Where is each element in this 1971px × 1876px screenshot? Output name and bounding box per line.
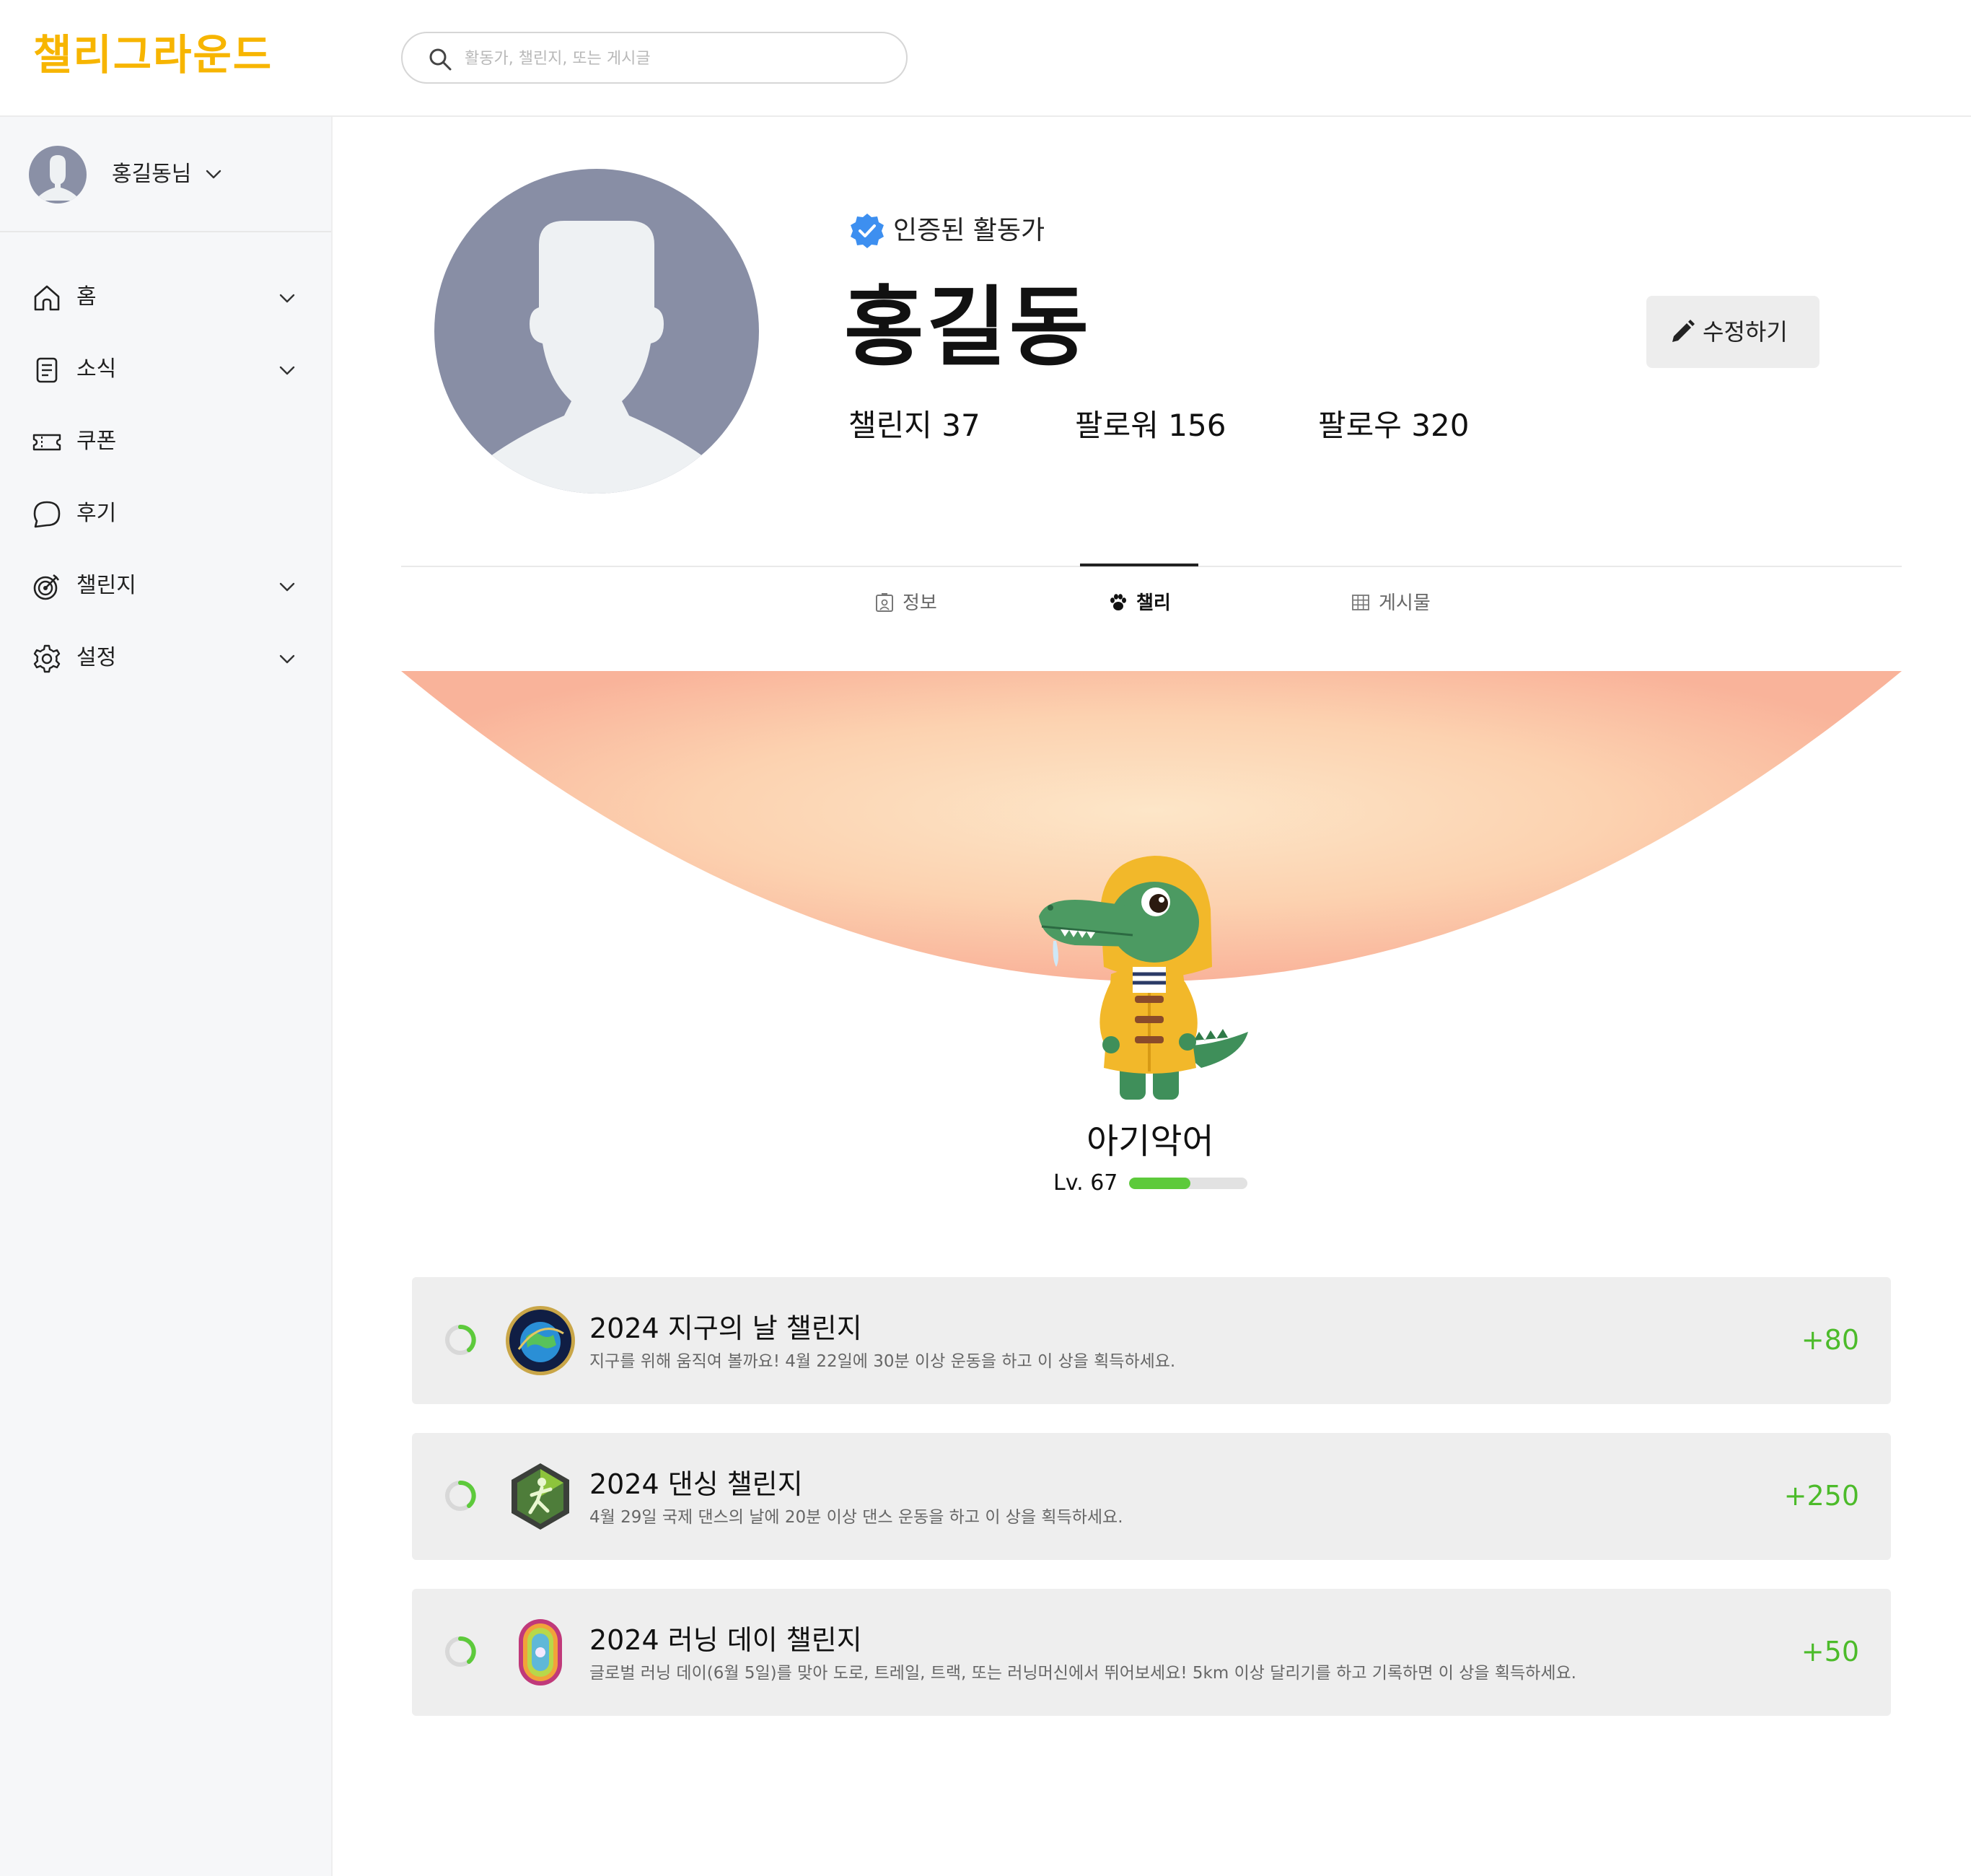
sidebar-item-home[interactable]: 홈 <box>0 261 331 333</box>
sidebar-item-label: 홈 <box>76 284 97 310</box>
running-day-badge-icon <box>519 1619 562 1686</box>
chevron-down-icon[interactable] <box>277 577 297 597</box>
sidebar-item-label: 쿠폰 <box>76 429 117 454</box>
top-header: 챌리그라운드 <box>0 0 1971 117</box>
challenge-description: 글로벌 러닝 데이(6월 5일)를 맞아 도로, 트레일, 트랙, 또는 러닝머… <box>589 1664 1576 1683</box>
dancing-badge-icon <box>512 1463 569 1530</box>
challenge-card-dancing[interactable]: 2024 댄싱 챌린지 4월 29일 국제 댄스의 날에 20분 이상 댄스 운… <box>412 1433 1891 1560</box>
edit-profile-button[interactable]: 수정하기 <box>1646 296 1819 368</box>
sidebar-item-reviews[interactable]: 후기 <box>0 478 331 550</box>
character-level: Lv. 67 <box>1053 1170 1118 1196</box>
challenge-card-running-day[interactable]: 2024 러닝 데이 챌린지 글로벌 러닝 데이(6월 5일)를 맞아 도로, … <box>412 1589 1891 1716</box>
target-icon <box>33 574 60 600</box>
earth-day-badge-icon <box>506 1306 575 1375</box>
pencil-icon <box>1672 320 1695 342</box>
app-logo[interactable]: 챌리그라운드 <box>33 25 273 85</box>
sidebar-item-challenge[interactable]: 챌린지 <box>0 550 331 622</box>
character-name: 아기악어 <box>1087 1121 1214 1162</box>
home-icon <box>34 285 60 311</box>
stat-following[interactable]: 팔로우 320 <box>1318 404 1469 447</box>
avatar <box>29 146 87 203</box>
sidebar-item-settings[interactable]: 설정 <box>0 622 331 694</box>
chevron-down-icon[interactable] <box>277 289 297 309</box>
search-input[interactable] <box>465 42 883 75</box>
sidebar-item-label: 후기 <box>76 501 117 526</box>
sidebar-item-news[interactable]: 소식 <box>0 333 331 406</box>
challenge-title: 2024 러닝 데이 챌린지 <box>589 1624 862 1656</box>
chevron-down-icon[interactable] <box>203 165 224 185</box>
user-name: 홍길동님 <box>112 162 192 187</box>
challenge-card-earth-day[interactable]: 2024 지구의 날 챌린지 지구를 위해 움직여 볼까요! 4월 22일에 3… <box>412 1277 1891 1404</box>
verified-label: 인증된 활동가 <box>893 216 1045 245</box>
sidebar-item-coupon[interactable]: 쿠폰 <box>0 406 331 478</box>
user-menu[interactable]: 홍길동님 <box>0 117 331 232</box>
chat-bubble-icon <box>33 501 61 528</box>
stat-followers[interactable]: 팔로워 156 <box>1075 404 1226 447</box>
progress-ring-icon <box>445 1481 476 1511</box>
progress-ring-icon <box>445 1325 476 1355</box>
sidebar-item-label: 소식 <box>76 356 117 382</box>
tab-label: 게시물 <box>1379 592 1431 614</box>
stat-challenges[interactable]: 챌린지 37 <box>848 404 980 447</box>
gear-icon <box>33 644 61 673</box>
profile-avatar[interactable] <box>434 169 759 494</box>
id-card-icon <box>876 593 893 612</box>
sidebar-item-label: 챌린지 <box>76 573 136 598</box>
search-icon <box>429 48 452 71</box>
verified-check-icon <box>851 214 884 248</box>
crocodile-mascot-icon[interactable] <box>1032 851 1277 1111</box>
chevron-down-icon[interactable] <box>277 649 297 670</box>
chevron-down-icon[interactable] <box>277 361 297 381</box>
challenge-points: +50 <box>1801 1636 1859 1667</box>
sidebar-nav: 홈 소식 쿠폰 후기 챌린지 설정 <box>0 261 331 694</box>
user-silhouette-icon <box>482 221 711 494</box>
sidebar-item-label: 설정 <box>76 645 117 670</box>
profile-name: 홍길동 <box>844 278 1092 378</box>
paw-icon <box>1110 594 1126 610</box>
edit-profile-label: 수정하기 <box>1703 318 1788 346</box>
sidebar: 홍길동님 홈 소식 쿠폰 후기 챌린지 설정 <box>0 117 333 1876</box>
challenge-description: 4월 29일 국제 댄스의 날에 20분 이상 댄스 운동을 하고 이 상을 획… <box>589 1508 1123 1527</box>
challenge-list: 2024 지구의 날 챌린지 지구를 위해 움직여 볼까요! 4월 22일에 3… <box>412 1277 1891 1745</box>
level-progress-bar <box>1129 1178 1247 1189</box>
progress-ring-icon <box>445 1636 476 1667</box>
ticket-icon <box>32 434 61 451</box>
tab-label: 정보 <box>903 592 937 614</box>
challenge-description: 지구를 위해 움직여 볼까요! 4월 22일에 30분 이상 운동을 하고 이 … <box>589 1352 1176 1371</box>
challenge-points: +250 <box>1783 1480 1859 1512</box>
tab-label: 챌리 <box>1136 592 1171 614</box>
level-progress-fill <box>1129 1178 1191 1189</box>
challenge-title: 2024 댄싱 챌린지 <box>589 1468 803 1500</box>
challenge-points: +80 <box>1801 1324 1859 1356</box>
search-box[interactable] <box>401 32 908 84</box>
document-icon <box>36 357 58 383</box>
user-silhouette-icon <box>35 155 81 201</box>
challenge-title: 2024 지구의 날 챌린지 <box>589 1312 862 1344</box>
active-tab-indicator <box>1080 564 1198 566</box>
grid-icon <box>1352 595 1369 610</box>
